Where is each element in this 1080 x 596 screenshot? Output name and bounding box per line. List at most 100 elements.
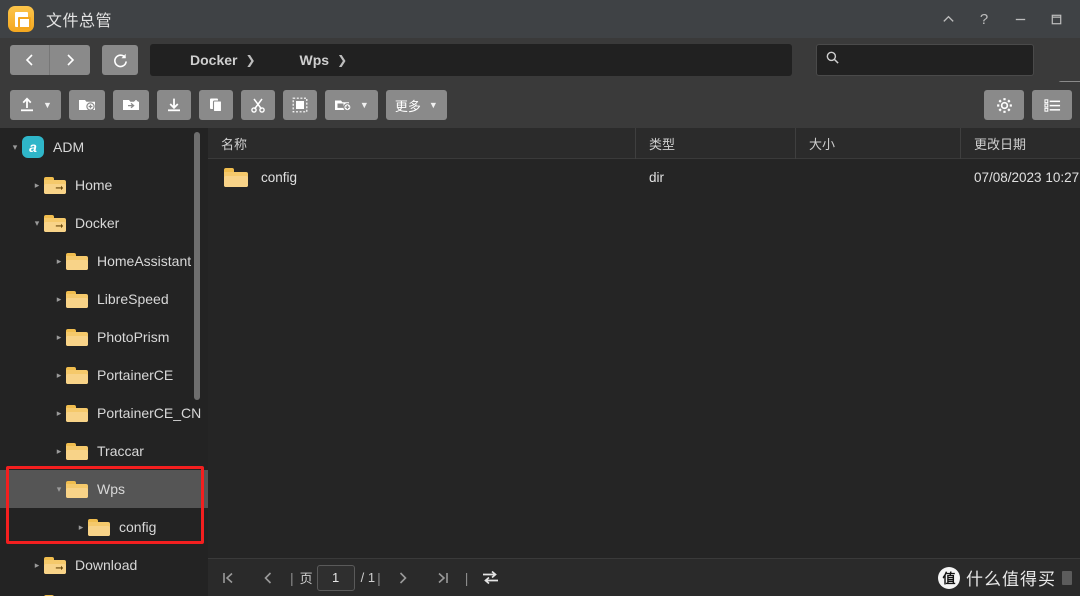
share-arrow-icon: ➞ <box>55 220 64 232</box>
tree-twisty-icon[interactable]: ▾ <box>30 218 44 229</box>
folder-icon <box>66 290 88 308</box>
tree-twisty-icon[interactable]: ▾ <box>52 484 66 495</box>
tree-twisty-icon[interactable]: ▸ <box>30 180 44 191</box>
file-name-label: config <box>261 169 298 185</box>
sidebar-scrollbar-thumb[interactable] <box>194 132 200 400</box>
tree-twisty-icon[interactable]: ▸ <box>30 560 44 571</box>
shared-folder-icon: ➞ <box>44 556 66 574</box>
cut-button[interactable] <box>240 90 275 120</box>
tree-twisty-icon[interactable]: ▸ <box>52 256 66 267</box>
breadcrumb-label: Docker <box>190 52 238 68</box>
column-header-type[interactable]: 类型 <box>636 127 796 159</box>
sidebar-item-portainerce_cn[interactable]: ▸ PortainerCE_CN <box>0 394 208 432</box>
column-header-modified[interactable]: 更改日期 <box>961 128 1080 159</box>
breadcrumb-item-docker[interactable]: Docker ❯ <box>150 52 292 68</box>
upload-button[interactable]: ▼ <box>10 90 61 120</box>
watermark-logo: 值 <box>938 566 960 589</box>
search-box[interactable] <box>816 44 1034 76</box>
column-header-name[interactable]: 名称 <box>208 127 636 159</box>
sidebar-item-config[interactable]: ▸ config <box>0 508 208 546</box>
sidebar-item-label: ADM <box>53 139 85 155</box>
divider: | <box>290 569 294 586</box>
tree-twisty-icon[interactable]: ▾ <box>8 142 22 153</box>
cell-modified: 07/08/2023 10:27 <box>974 169 1080 185</box>
cell-size <box>796 159 961 195</box>
tree-twisty-icon[interactable]: ▸ <box>52 332 66 343</box>
search-icon <box>825 50 840 70</box>
sidebar-item-photoprism[interactable]: ▸ PhotoPrism <box>0 318 208 356</box>
chevron-down-icon: ▼ <box>359 100 369 110</box>
table-row[interactable]: config dir 07/08/2023 10:27 <box>208 159 1080 195</box>
folder-icon <box>66 404 88 422</box>
next-page-button[interactable] <box>383 559 423 596</box>
nav-button-group <box>10 45 90 75</box>
tree-twisty-icon[interactable]: ▸ <box>74 522 88 533</box>
tree-twisty-icon[interactable]: ▸ <box>52 294 66 305</box>
navigation-bar: Docker ❯ Wps ❯ <box>0 38 1080 115</box>
search-input[interactable] <box>848 52 1018 68</box>
folder-icon <box>66 480 88 498</box>
sidebar-item-docker[interactable]: ▾ ➞ Docker <box>0 204 208 242</box>
shared-folder-icon: ➞ <box>44 214 66 232</box>
folder-icon <box>66 328 88 346</box>
first-page-button[interactable] <box>208 559 248 596</box>
sidebar-item-portainerce[interactable]: ▸ PortainerCE <box>0 356 208 394</box>
copy-button[interactable] <box>198 90 233 120</box>
maximize-icon[interactable] <box>1038 4 1074 34</box>
sidebar-item-home[interactable]: ▸ ➞ Home <box>0 166 208 204</box>
cell-name[interactable]: config <box>208 159 636 195</box>
forward-button[interactable] <box>50 45 90 75</box>
page-label: 页 <box>299 571 313 586</box>
help-icon[interactable]: ? <box>966 4 1002 34</box>
sidebar-item-download[interactable]: ▸ ➞ Download <box>0 546 208 584</box>
folder-icon <box>66 252 88 270</box>
select-all-button[interactable] <box>282 90 317 120</box>
settings-button[interactable] <box>984 90 1024 120</box>
chevron-right-icon: ❯ <box>337 53 348 67</box>
breadcrumb-label: Wps <box>299 52 330 68</box>
new-folder-button[interactable] <box>68 90 105 120</box>
page-number-input[interactable] <box>316 564 355 591</box>
tree-twisty-icon[interactable]: ▸ <box>52 408 66 419</box>
sidebar-item-label: LibreSpeed <box>97 291 169 307</box>
sidebar-item-adm[interactable]: ▾ a ADM <box>0 128 208 166</box>
new-shared-folder-button[interactable] <box>112 90 149 120</box>
sidebar-scrollbar-track[interactable] <box>194 128 204 596</box>
sidebar-item-wps[interactable]: ▾ Wps <box>0 470 208 508</box>
view-mode-button[interactable] <box>1032 90 1072 120</box>
sidebar-item-traccar[interactable]: ▸ Traccar <box>0 432 208 470</box>
sidebar-item-homeassistant[interactable]: ▸ HomeAssistant <box>0 242 208 280</box>
breadcrumb-item-wps[interactable]: Wps ❯ <box>292 52 384 68</box>
folder-icon <box>224 167 248 187</box>
shared-folder-icon: ➞ <box>44 176 66 194</box>
refresh-list-button[interactable] <box>470 559 510 596</box>
sidebar-item-media[interactable]: ▸➞Media <box>0 584 208 596</box>
last-page-button[interactable] <box>423 559 463 596</box>
toolbar-right-group <box>976 90 1072 120</box>
sidebar-item-label: Home <box>75 177 113 193</box>
chevron-down-icon: ▼ <box>43 100 52 110</box>
sidebar-item-label: Wps <box>97 481 125 497</box>
sidebar-tree[interactable]: ▾ a ADM ▸ ➞ Home ▾ ➞ Docker ▸ HomeAssistant ▸ LibreS… <box>0 128 208 596</box>
toolbar: ▼ ▼ 更多 ▼ <box>0 82 1080 128</box>
back-button[interactable] <box>10 45 50 75</box>
folder-icon <box>88 518 110 536</box>
breadcrumb[interactable]: Docker ❯ Wps ❯ <box>150 44 792 76</box>
refresh-button[interactable] <box>102 45 138 75</box>
share-folder-button[interactable]: ▼ <box>324 90 378 120</box>
tree-twisty-icon[interactable]: ▸ <box>52 370 66 381</box>
chevron-up-icon[interactable] <box>930 4 966 34</box>
sidebar-item-label: PortainerCE_CN <box>97 405 202 421</box>
divider: | <box>464 569 469 586</box>
sidebar-item-librespeed[interactable]: ▸ LibreSpeed <box>0 280 208 318</box>
folder-icon <box>66 442 88 460</box>
column-header-size[interactable]: 大小 <box>796 127 961 159</box>
more-button[interactable]: 更多 ▼ <box>385 90 447 120</box>
download-button[interactable] <box>156 90 191 120</box>
more-label: 更多 <box>394 98 421 114</box>
chevron-right-icon: ❯ <box>245 53 256 67</box>
tree-twisty-icon[interactable]: ▸ <box>52 446 66 457</box>
prev-page-button[interactable] <box>248 559 288 596</box>
adm-icon: a <box>22 136 44 158</box>
minimize-icon[interactable] <box>1002 4 1038 34</box>
